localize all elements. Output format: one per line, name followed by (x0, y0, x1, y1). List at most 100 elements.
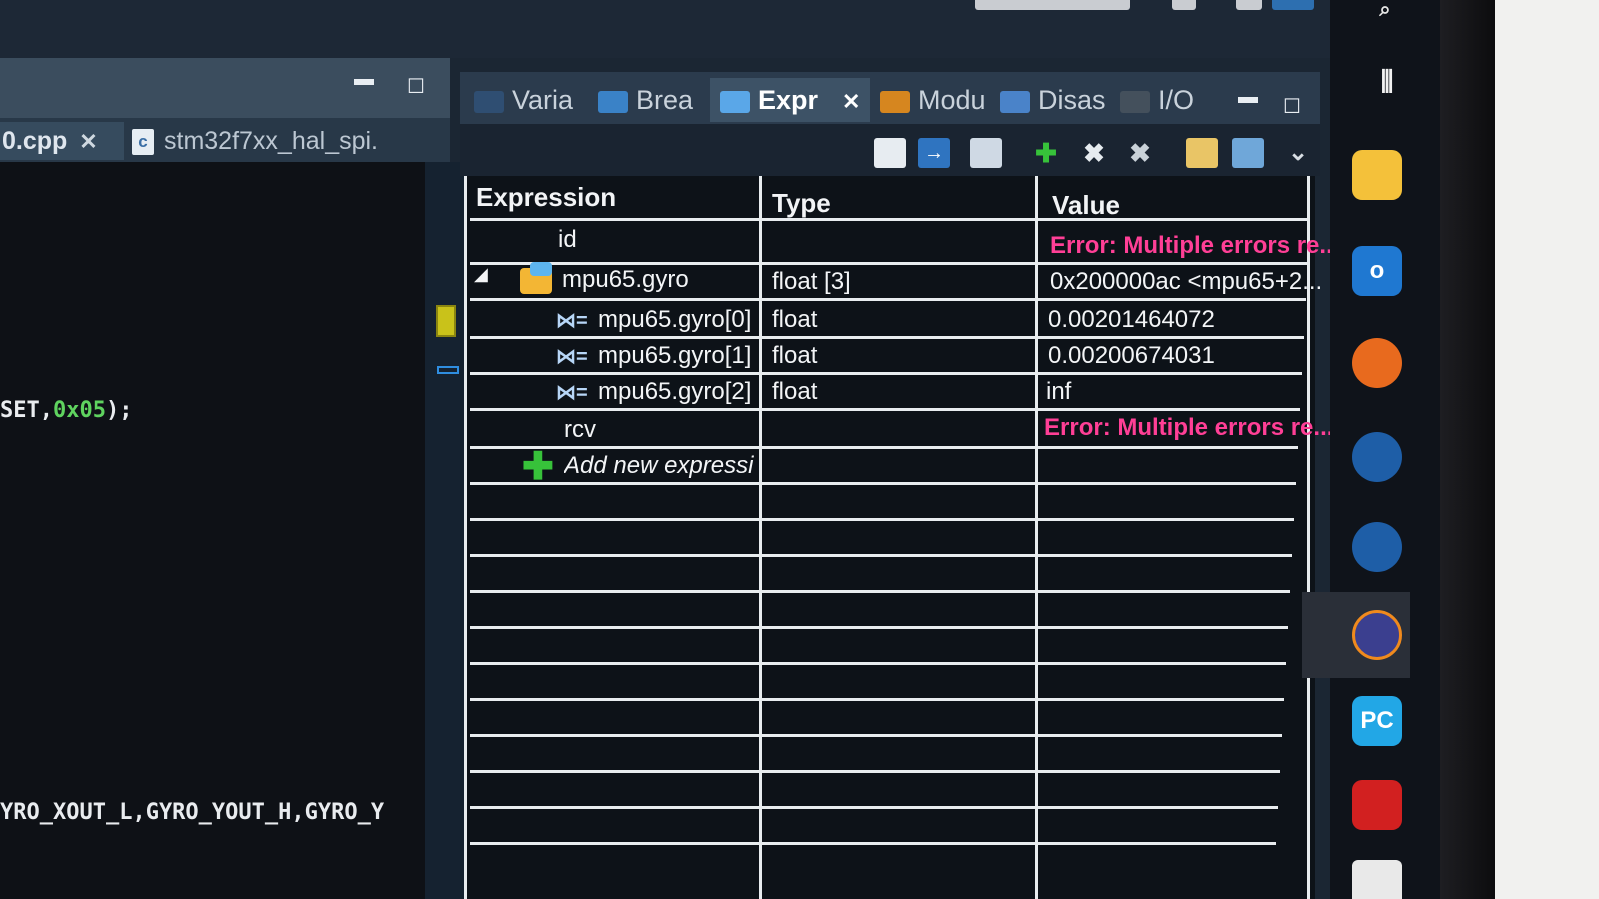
row-divider (470, 372, 1302, 375)
top-icon[interactable] (1236, 0, 1262, 10)
taskbar-app-icon[interactable] (1352, 860, 1402, 899)
file-explorer-icon[interactable] (1352, 150, 1402, 200)
export-icon[interactable] (1232, 138, 1264, 168)
outlook-icon[interactable]: o (1352, 246, 1402, 296)
title-field (975, 0, 1130, 10)
remove-icon[interactable]: ✖ (1078, 138, 1110, 168)
value-cell[interactable]: Error: Multiple errors re... (1044, 414, 1333, 442)
column-header-value[interactable]: Value (1052, 190, 1120, 221)
editor-tab-hal-spi[interactable]: c stm32f7xx_hal_spi. (132, 122, 442, 160)
ruler-marker[interactable] (436, 305, 456, 337)
value-cell[interactable]: 0.00200674031 (1048, 342, 1215, 370)
editor-tab-bar: 0.cpp ✕ c stm32f7xx_hal_spi. (0, 118, 450, 162)
new-expression-icon[interactable] (874, 138, 906, 168)
collapse-all-icon[interactable]: → (918, 138, 950, 168)
copy-icon[interactable] (970, 138, 1002, 168)
top-bar (0, 0, 1330, 58)
tab-expressions[interactable]: Expr ✕ (710, 78, 871, 122)
column-header-expression[interactable]: Expression (476, 182, 616, 213)
expression-cell[interactable]: mpu65.gyro[1] (598, 342, 751, 370)
row-divider (470, 770, 1280, 773)
value-cell[interactable]: Error: Multiple errors re... (1050, 232, 1339, 260)
editor-tab-label: stm32f7xx_hal_spi. (164, 127, 379, 155)
editor-tab-label: 0.cpp (2, 127, 68, 155)
code-line: SET,0x05); (0, 398, 133, 423)
type-cell: float [3] (772, 268, 851, 295)
import-icon[interactable] (1186, 138, 1218, 168)
minimize-icon[interactable]: ▬ (1236, 86, 1260, 108)
row-divider (470, 698, 1284, 701)
type-cell: float (772, 342, 818, 369)
tab-modules[interactable]: Modu (880, 78, 986, 122)
variable-icon: ⋈= (556, 310, 588, 332)
maximize-icon[interactable]: ☐ (1280, 96, 1304, 118)
expression-cell[interactable]: rcv (564, 416, 596, 444)
row-divider (470, 408, 1300, 411)
type-cell: float (772, 378, 818, 405)
add-icon[interactable]: ✚ (522, 444, 554, 489)
search-icon[interactable]: ⌕ (1368, 0, 1402, 20)
editor-tab-active[interactable]: 0.cpp ✕ (0, 122, 124, 160)
debug-view-tabs: Varia Brea Expr ✕ Modu Disas I/O ▬ ☐ (460, 72, 1320, 124)
acrobat-icon[interactable] (1352, 780, 1402, 830)
add-expression-icon[interactable]: ✚ (1030, 138, 1062, 168)
task-view-icon[interactable]: ⫴ (1362, 58, 1412, 108)
expression-cell[interactable]: mpu65.gyro[2] (598, 378, 751, 406)
tab-breakpoints[interactable]: Brea (598, 78, 693, 122)
c-file-icon: c (132, 129, 154, 156)
close-icon[interactable]: ✕ (842, 89, 860, 114)
expressions-icon (720, 90, 750, 113)
perspective-icon[interactable] (1272, 0, 1314, 10)
top-icon[interactable] (1172, 0, 1196, 10)
tab-variables[interactable]: Varia (474, 78, 573, 122)
steam-icon[interactable] (1352, 522, 1402, 572)
remove-all-icon[interactable]: ✖ (1124, 138, 1156, 168)
disassembly-icon (1000, 90, 1030, 113)
type-cell: float (772, 306, 818, 333)
editor-header: ▬ ☐ (0, 58, 450, 118)
row-divider (470, 218, 1310, 221)
column-divider (759, 176, 762, 899)
io-icon (1120, 90, 1150, 113)
row-divider (470, 262, 1308, 265)
variable-icon: ⋈= (556, 346, 588, 368)
row-divider (470, 590, 1290, 593)
variable-icon: ⋈= (556, 382, 588, 404)
row-divider (470, 336, 1304, 339)
steam-icon[interactable] (1352, 432, 1402, 482)
add-new-expression[interactable]: Add new expressi (564, 452, 756, 480)
row-divider (470, 842, 1276, 845)
expression-cell[interactable]: mpu65.gyro[0] (598, 306, 751, 334)
view-menu-chevron-down-icon[interactable]: ⌄ (1282, 138, 1314, 168)
code-line: YRO_XOUT_L,GYRO_YOUT_H,GYRO_Y (0, 800, 385, 825)
struct-icon (520, 262, 552, 294)
firefox-icon[interactable] (1352, 338, 1402, 388)
eclipse-icon[interactable] (1352, 610, 1402, 660)
minimize-icon[interactable]: ▬ (352, 68, 376, 90)
tab-disassembly[interactable]: Disas (1000, 78, 1106, 122)
expression-cell[interactable]: id (558, 226, 577, 254)
value-cell[interactable]: 0.00201464072 (1048, 306, 1215, 334)
collapse-triangle-icon[interactable]: ◢ (474, 264, 488, 285)
column-divider (464, 176, 467, 899)
variables-icon (474, 90, 504, 113)
row-divider (470, 554, 1292, 557)
overview-ruler (425, 162, 465, 899)
maximize-icon[interactable]: ☐ (404, 76, 428, 98)
row-divider (470, 662, 1286, 665)
ruler-marker[interactable] (437, 366, 459, 374)
code-editor[interactable]: SET,0x05); YRO_XOUT_L,GYRO_YOUT_H,GYRO_Y (0, 162, 425, 899)
value-cell[interactable]: inf (1046, 378, 1071, 406)
row-divider (470, 626, 1288, 629)
pycharm-icon[interactable]: PC (1352, 696, 1402, 746)
tab-io[interactable]: I/O (1120, 78, 1194, 122)
row-divider (470, 446, 1298, 449)
background-wall (1495, 0, 1599, 899)
close-icon[interactable]: ✕ (79, 129, 97, 154)
row-divider (470, 734, 1282, 737)
row-divider (470, 518, 1294, 521)
breakpoints-icon (598, 90, 628, 113)
expression-cell[interactable]: mpu65.gyro (562, 266, 689, 294)
column-header-type[interactable]: Type (772, 188, 831, 219)
value-cell[interactable]: 0x200000ac <mpu65+2... (1050, 268, 1322, 296)
